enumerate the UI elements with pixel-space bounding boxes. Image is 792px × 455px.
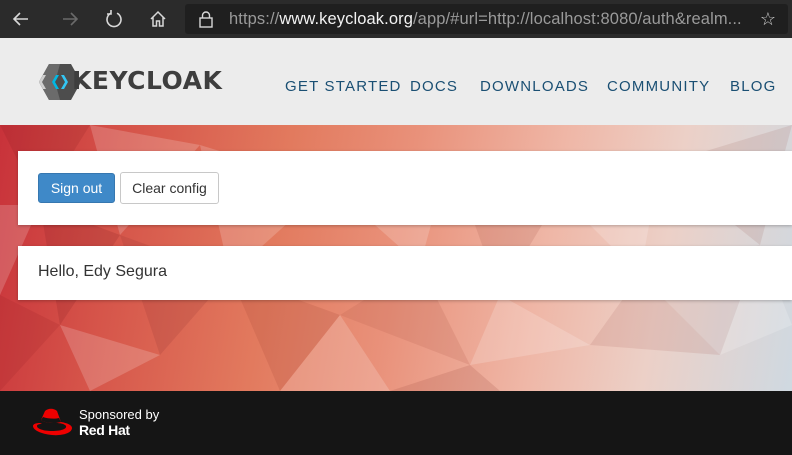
forward-button[interactable] bbox=[55, 4, 85, 34]
browser-toolbar: https://www.keycloak.org/app/#url=http:/… bbox=[0, 0, 792, 38]
logo-text: KEYCLOAK bbox=[72, 66, 223, 95]
actions-card: Sign out Clear config bbox=[18, 151, 792, 225]
site-header: KEYCLOAK GET STARTED DOCS DOWNLOADS COMM… bbox=[0, 38, 792, 125]
back-button[interactable] bbox=[6, 4, 36, 34]
sign-out-button[interactable]: Sign out bbox=[38, 173, 115, 203]
nav-docs[interactable]: DOCS bbox=[410, 78, 458, 95]
refresh-button[interactable] bbox=[99, 4, 129, 34]
sponsored-by-label: Sponsored by bbox=[79, 407, 160, 422]
url-prefix: https:// bbox=[229, 10, 280, 28]
home-icon bbox=[150, 10, 166, 27]
url-domain: www.keycloak.org bbox=[279, 10, 413, 28]
refresh-icon bbox=[106, 10, 122, 28]
redhat-brand-text[interactable]: Red Hat bbox=[79, 422, 130, 438]
back-icon bbox=[12, 12, 28, 26]
nav-get-started[interactable]: GET STARTED bbox=[285, 78, 402, 95]
star-icon[interactable]: ☆ bbox=[760, 9, 776, 29]
url-text: https://www.keycloak.org/app/#url=http:/… bbox=[229, 10, 742, 29]
home-button[interactable] bbox=[143, 4, 173, 34]
url-path: /app/#url=http://localhost:8080/auth&rea… bbox=[412, 10, 742, 28]
clear-config-button[interactable]: Clear config bbox=[120, 172, 219, 204]
nav-downloads[interactable]: DOWNLOADS bbox=[480, 78, 589, 95]
redhat-hat-icon[interactable] bbox=[32, 407, 74, 439]
greeting-text: Hello, Edy Segura bbox=[38, 263, 167, 280]
nav-community[interactable]: COMMUNITY bbox=[607, 78, 710, 95]
greeting-card: Hello, Edy Segura bbox=[18, 246, 792, 300]
nav-blog[interactable]: BLOG bbox=[730, 78, 776, 95]
forward-icon bbox=[63, 12, 79, 26]
lock-icon bbox=[199, 11, 213, 28]
address-bar[interactable]: https://www.keycloak.org/app/#url=http:/… bbox=[185, 4, 788, 34]
footer: Sponsored by Red Hat bbox=[0, 391, 792, 455]
